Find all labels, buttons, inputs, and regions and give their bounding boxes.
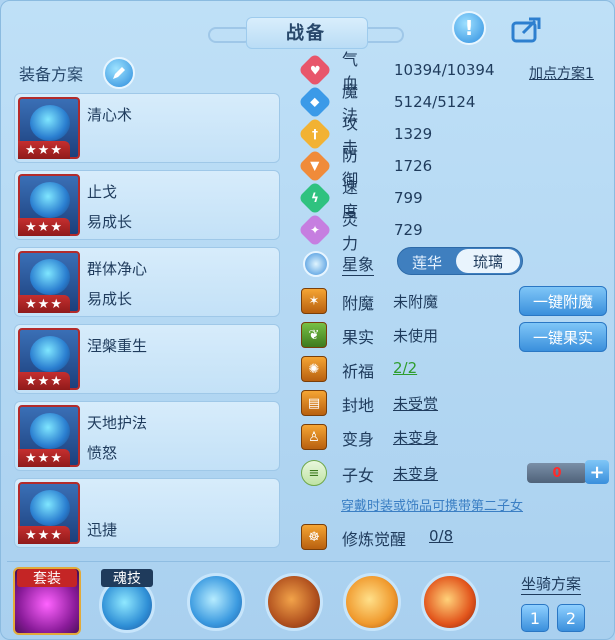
plan-card-6[interactable]: ★★★ 迅捷	[14, 478, 280, 548]
feature-value: 未使用	[393, 327, 439, 345]
star-sign-label: 星象	[342, 251, 375, 276]
cultivation-icon: ☸	[301, 524, 327, 550]
battle-prep-panel: 战备 ! 装备方案 ★★★ 清心术 ★★★ 止戈 易成长 ★★★ 群体净心 易成…	[0, 0, 615, 640]
toggle-option-lianhua[interactable]: 莲华	[412, 252, 442, 273]
feature-value: 2/2	[393, 359, 418, 377]
plan-skill-name: 天地护法	[87, 414, 148, 432]
feature-label: 果实	[342, 328, 375, 347]
plan-skill-name: 涅槃重生	[87, 337, 148, 355]
feature-label: 封地	[342, 396, 375, 415]
mount-plan-1-button[interactable]: 1	[521, 604, 549, 632]
fief-icon: ▤	[301, 390, 327, 416]
stat-value: 1726	[394, 157, 433, 175]
star-rating: ★★★	[18, 141, 70, 159]
child-hint-link[interactable]: 穿戴时装或饰品可携带第二子女	[341, 495, 523, 514]
star-rating: ★★★	[18, 449, 70, 467]
info-icon[interactable]: !	[452, 11, 486, 45]
plan-card-3[interactable]: ★★★ 群体净心 易成长	[14, 247, 280, 317]
bottom-divider	[7, 561, 610, 562]
star-sign-icon	[303, 251, 329, 277]
plan-skill-name: 清心术	[87, 106, 133, 124]
mount-plan-label: 坐骑方案	[521, 575, 582, 595]
stat-value: 10394/10394	[394, 61, 495, 79]
stat-value: 799	[394, 189, 423, 207]
stat-attack: † 攻击 1329	[298, 114, 432, 157]
plan-card-2[interactable]: ★★★ 止戈 易成长	[14, 170, 280, 240]
plan-trait-name: 迅捷	[87, 521, 118, 539]
enchant-icon: ✶	[301, 288, 327, 314]
feature-value: 未附魔	[393, 293, 439, 311]
feature-label: 附魔	[342, 294, 375, 313]
feature-label: 子女	[342, 466, 375, 485]
fruit-icon: ❦	[301, 322, 327, 348]
star-rating: ★★★	[18, 372, 70, 390]
plan-trait-name: 易成长	[87, 213, 133, 231]
stat-defense: ▼ 防御 1726	[298, 146, 432, 189]
feature-value[interactable]: 未受赏	[393, 393, 438, 414]
skill-slot-2[interactable]	[265, 573, 323, 631]
plan-card-4[interactable]: ★★★ 涅槃重生	[14, 324, 280, 394]
star-rating: ★★★	[18, 526, 70, 544]
feature-value[interactable]: 0/8	[429, 527, 453, 545]
spirit-icon: ✦	[298, 213, 332, 247]
stat-value: 5124/5124	[394, 93, 476, 111]
plus-button[interactable]: +	[585, 460, 609, 484]
stat-spirit: ✦ 灵力 729	[298, 210, 423, 253]
stat-speed: ϟ 速度 799	[298, 178, 423, 221]
child-counter: 0	[527, 463, 587, 483]
star-rating: ★★★	[18, 218, 70, 236]
point-plan-link[interactable]: 加点方案1	[529, 63, 594, 83]
star-sign-toggle[interactable]: 莲华 琉璃	[397, 247, 523, 275]
sword-icon: †	[298, 117, 332, 151]
skill-slot-1[interactable]	[187, 573, 245, 631]
feature-label: 变身	[342, 430, 375, 449]
edit-icon[interactable]	[103, 57, 135, 89]
plan-skill-name: 止戈	[87, 183, 118, 201]
skill-slot-3[interactable]	[343, 573, 401, 631]
stat-label: 灵力	[342, 210, 359, 253]
mana-icon: ◆	[298, 85, 332, 119]
one-click-enchant-button[interactable]: 一键附魔	[519, 286, 607, 316]
feature-label: 修炼觉醒	[342, 530, 407, 549]
mount-plan-2-button[interactable]: 2	[557, 604, 585, 632]
plan-card-5[interactable]: ★★★ 天地护法 愤怒	[14, 401, 280, 471]
plan-trait-name: 易成长	[87, 290, 133, 308]
plan-skill-name: 群体净心	[87, 260, 148, 278]
shield-icon: ▼	[298, 149, 332, 183]
stat-mp: ◆ 魔法 5124/5124	[298, 82, 475, 125]
plan-card-1[interactable]: ★★★ 清心术	[14, 93, 280, 163]
child-icon: ≡	[301, 460, 327, 486]
title-bar: 战备	[206, 15, 406, 49]
stat-value: 729	[394, 221, 423, 239]
feature-value[interactable]: 未变身	[393, 463, 438, 484]
feature-value[interactable]: 未变身	[393, 427, 438, 448]
soul-skill-label: 魂技	[101, 569, 153, 587]
heart-icon: ♥	[298, 53, 332, 87]
blessing-icon: ✺	[301, 356, 327, 382]
toggle-option-liuli[interactable]: 琉璃	[456, 249, 520, 273]
share-icon[interactable]	[511, 15, 543, 43]
plan-trait-name: 愤怒	[87, 444, 118, 462]
one-click-fruit-button[interactable]: 一键果实	[519, 322, 607, 352]
stat-hp: ♥ 气血 10394/10394	[298, 50, 495, 93]
stat-value: 1329	[394, 125, 433, 143]
lightning-icon: ϟ	[298, 181, 332, 215]
set-label: 套装	[17, 569, 77, 587]
feature-label: 祈福	[342, 362, 375, 381]
equipment-plan-label: 装备方案	[19, 65, 84, 84]
transform-icon: ♙	[301, 424, 327, 450]
star-rating: ★★★	[18, 295, 70, 313]
skill-slot-4[interactable]	[421, 573, 479, 631]
page-title: 战备	[286, 23, 326, 44]
